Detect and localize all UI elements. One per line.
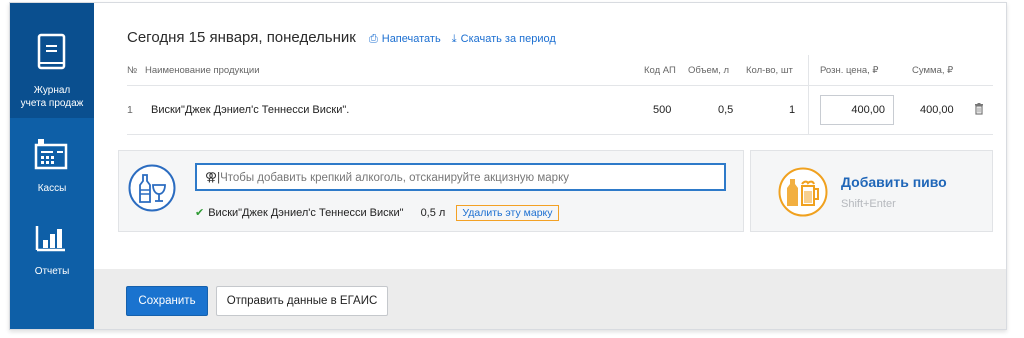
scan-input-placeholder: Чтобы добавить крепкий алкоголь, отскани…: [220, 172, 569, 184]
sidebar-item-label-line1: Журнал: [33, 85, 71, 96]
sidebar-item-sales-journal[interactable]: Журнал учета продаж: [10, 3, 94, 118]
column-divider: [808, 55, 809, 134]
download-link[interactable]: ⤓ Скачать за период: [452, 33, 556, 45]
scanned-item-volume: 0,5 л: [420, 207, 446, 219]
trash-icon[interactable]: [974, 103, 984, 115]
sidebar-item-cashboxes[interactable]: Кассы: [10, 128, 94, 203]
add-beer-shortcut: Shift+Enter: [841, 198, 896, 210]
table-row-divider: [127, 134, 993, 135]
price-input[interactable]: 400,00: [820, 95, 894, 125]
product-name: Виски"Джек Дэниел'с Теннесси Виски".: [151, 104, 350, 116]
column-header-quantity: Кол-во, шт: [746, 65, 793, 76]
column-header-code: Код АП: [644, 65, 676, 76]
column-header-name: Наименование продукции: [145, 65, 260, 76]
column-header-number: №: [127, 65, 138, 76]
cashbox-icon: [34, 139, 68, 170]
table-header-divider: [127, 85, 993, 86]
sidebar-item-label: Кассы: [37, 183, 67, 194]
sidebar-item-reports[interactable]: Отчеты: [10, 215, 94, 290]
scanner-icon: ⚢: [205, 170, 218, 184]
product-quantity: 1: [789, 104, 796, 116]
check-icon: ✔: [195, 207, 205, 219]
beer-icon: [778, 167, 828, 217]
strong-alcohol-icon: [128, 164, 176, 212]
download-icon: ⤓: [451, 33, 457, 45]
product-code: 500: [653, 104, 672, 116]
app-window: Журнал учета продаж Кассы Отчеты Сегодня…: [9, 2, 1007, 330]
header-row: Сегодня 15 января, понедельник ⎙ Напечата…: [127, 27, 556, 46]
download-label: Скачать за период: [460, 33, 556, 45]
delete-mark-button[interactable]: Удалить эту марку: [456, 205, 559, 221]
product-sum: 400,00: [920, 104, 954, 116]
sidebar-item-label-line2: учета продаж: [20, 98, 84, 109]
excise-scan-input[interactable]: ⚢|Чтобы добавить крепкий алкоголь, отска…: [195, 163, 726, 191]
scanned-item-line: ✔ Виски"Джек Дэниел'с Теннесси Виски" 0,5…: [195, 205, 559, 221]
journal-icon: [37, 33, 66, 70]
add-beer-title[interactable]: Добавить пиво: [841, 174, 947, 190]
print-link[interactable]: ⎙ Напечатать: [369, 33, 444, 45]
column-header-price: Розн. цена, ₽: [820, 65, 879, 76]
sidebar: Журнал учета продаж Кассы Отчеты: [10, 3, 94, 329]
print-label: Напечатать: [381, 33, 441, 45]
save-button[interactable]: Сохранить: [126, 286, 208, 316]
send-to-egais-button[interactable]: Отправить данные в ЕГАИС: [216, 286, 388, 316]
page-title: Сегодня 15 января, понедельник: [127, 29, 356, 46]
scanned-item-name: Виски"Джек Дэниел'с Теннесси Виски": [208, 207, 404, 219]
product-volume: 0,5: [718, 104, 734, 116]
main-content: Сегодня 15 января, понедельник ⎙ Напечата…: [94, 3, 1006, 329]
printer-icon: ⎙: [368, 33, 378, 45]
column-header-sum: Сумма, ₽: [912, 65, 954, 76]
bar-chart-icon: [35, 226, 65, 252]
column-header-volume: Объем, л: [688, 65, 730, 76]
sidebar-item-label: Отчеты: [34, 266, 70, 277]
row-number: 1: [127, 104, 133, 116]
